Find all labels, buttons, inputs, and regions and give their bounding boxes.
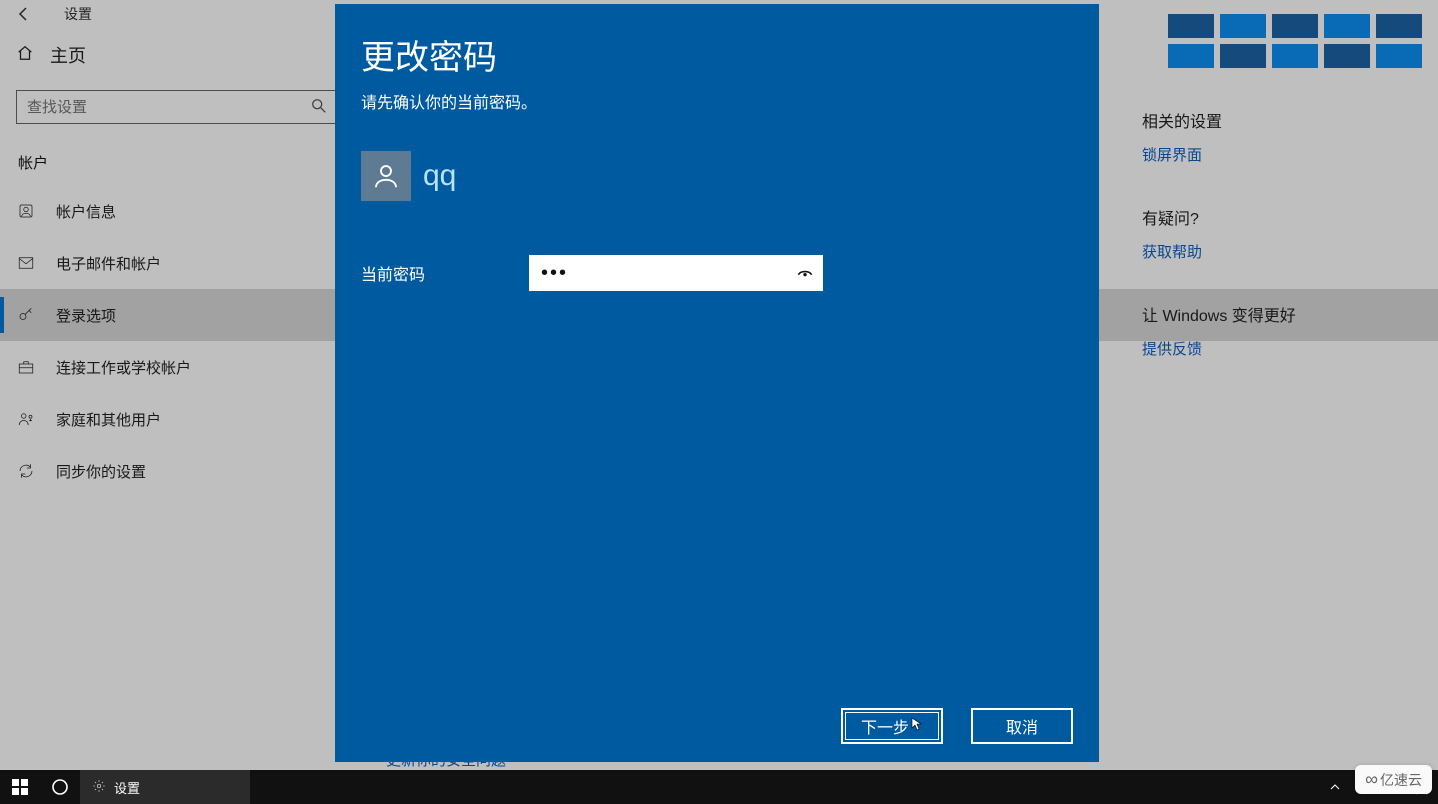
gear-icon	[92, 779, 106, 796]
cancel-button-label: 取消	[1006, 714, 1038, 738]
modal-buttons: 下一步 取消	[361, 708, 1075, 744]
taskbar-settings-app[interactable]: 设置	[80, 770, 250, 804]
modal-subtitle: 请先确认你的当前密码。	[361, 89, 1075, 113]
password-label: 当前密码	[361, 261, 425, 285]
cursor-icon	[911, 717, 923, 736]
password-field-wrap	[529, 255, 823, 291]
next-button-label: 下一步	[861, 714, 909, 738]
change-password-modal: 更改密码 请先确认你的当前密码。 qq 当前密码 下一步 取消	[335, 4, 1099, 762]
user-row: qq	[361, 151, 1075, 201]
cancel-button[interactable]: 取消	[971, 708, 1073, 744]
taskbar-app-label: 设置	[114, 778, 140, 797]
password-row: 当前密码	[361, 255, 1075, 291]
watermark-text: 亿速云	[1380, 770, 1422, 790]
tray-chevron-icon[interactable]	[1329, 781, 1341, 793]
start-button[interactable]	[0, 770, 40, 804]
cortana-button[interactable]	[40, 770, 80, 804]
modal-title: 更改密码	[361, 30, 1075, 79]
watermark-icon: ∞	[1365, 769, 1374, 790]
password-input[interactable]	[529, 255, 823, 291]
username: qq	[423, 159, 456, 193]
avatar	[361, 151, 411, 201]
taskbar: 设置 英	[0, 770, 1438, 804]
watermark: ∞ 亿速云	[1355, 765, 1432, 794]
reveal-password-icon[interactable]	[793, 261, 817, 285]
next-button[interactable]: 下一步	[841, 708, 943, 744]
